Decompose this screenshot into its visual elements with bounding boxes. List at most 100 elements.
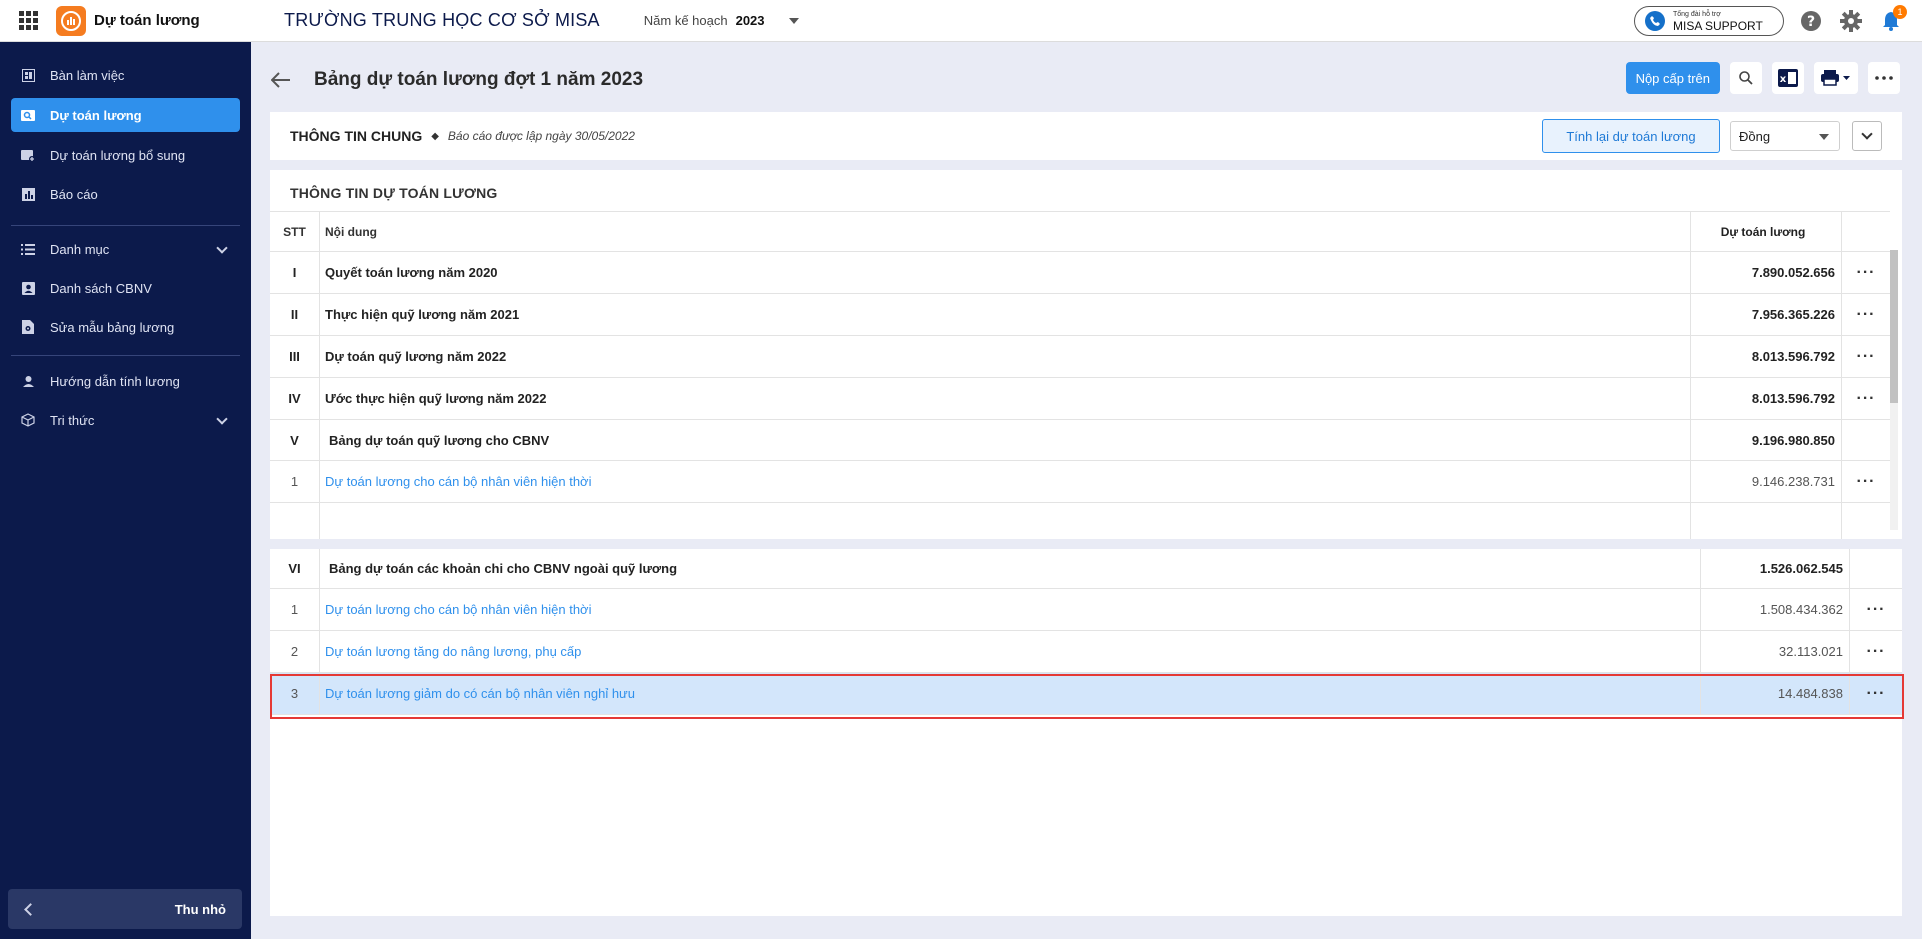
year-selector[interactable]: Năm kế hoạch 2023 — [644, 13, 799, 28]
row-amount: 7.890.052.656 — [1690, 252, 1842, 293]
help-icon[interactable]: ? — [1798, 8, 1824, 34]
salary-budget-card: THÔNG TIN DỰ TOÁN LƯƠNG STT Nội dung Dự … — [270, 170, 1902, 539]
contact-icon — [21, 281, 35, 295]
collapse-sidebar-button[interactable]: Thu nhỏ — [8, 889, 242, 929]
column-header-content: Nội dung — [325, 224, 377, 239]
table-row[interactable]: 1 Dự toán lương cho cán bộ nhân viên hiệ… — [270, 461, 1890, 503]
sidebar-item-supplementary-budget[interactable]: Dự toán lương bổ sung — [11, 138, 240, 172]
support-button[interactable]: Tổng đài hỗ trợ MISA SUPPORT — [1634, 6, 1784, 36]
row-stt: 1 — [270, 461, 320, 502]
row-actions-empty — [1850, 549, 1902, 588]
phone-icon — [1645, 11, 1665, 31]
expand-button[interactable] — [1852, 121, 1882, 151]
add-doc-icon — [21, 148, 35, 162]
row-more-button[interactable]: ··· — [1850, 631, 1902, 672]
row-stt: 2 — [270, 631, 320, 672]
row-content-link[interactable]: Dự toán lương cho cán bộ nhân viên hiện … — [320, 589, 1700, 630]
top-bar: Dự toán lương TRƯỜNG TRUNG HỌC CƠ SỞ MIS… — [0, 0, 1922, 42]
row-stt: 1 — [270, 589, 320, 630]
sidebar-item-knowledge[interactable]: Tri thức — [11, 403, 240, 437]
recalculate-button[interactable]: Tính lại dự toán lương — [1542, 119, 1720, 153]
print-button[interactable] — [1814, 62, 1858, 94]
sidebar-item-label: Dự toán lương bổ sung — [50, 147, 186, 163]
row-stt: II — [270, 294, 320, 335]
section-title: THÔNG TIN DỰ TOÁN LƯƠNG — [290, 185, 498, 201]
table-row[interactable]: I Quyết toán lương năm 2020 7.890.052.65… — [270, 252, 1890, 294]
row-content: Dự toán quỹ lương năm 2022 — [325, 349, 507, 364]
table-row[interactable]: V Bảng dự toán quỹ lương cho CBNV 9.196.… — [270, 420, 1890, 461]
row-amount: 8.013.596.792 — [1690, 336, 1842, 377]
sidebar-item-edit-payroll-template[interactable]: Sửa mẫu bảng lương — [11, 310, 240, 344]
notification-badge: 1 — [1893, 5, 1907, 19]
row-stt: I — [270, 252, 320, 293]
table-row[interactable]: 2 Dự toán lương tăng do nâng lương, phụ … — [270, 631, 1902, 673]
support-label: MISA SUPPORT — [1673, 18, 1763, 33]
sidebar-item-salary-guide[interactable]: Hướng dẫn tính lương — [11, 364, 240, 398]
sidebar-item-reports[interactable]: Báo cáo — [11, 177, 240, 211]
school-name: TRƯỜNG TRUNG HỌC CƠ SỞ MISA — [284, 10, 600, 30]
guide-icon — [21, 374, 35, 388]
export-excel-button[interactable]: x — [1772, 62, 1804, 94]
vertical-scrollbar[interactable] — [1890, 250, 1898, 530]
svg-text:?: ? — [1807, 14, 1815, 30]
chevron-down-icon — [1819, 134, 1829, 140]
row-amount: 9.196.980.850 — [1690, 420, 1842, 460]
app-launcher-icon[interactable] — [0, 0, 56, 42]
row-actions-empty — [1842, 420, 1890, 460]
row-content-link[interactable]: Dự toán lương tăng do nâng lương, phụ cấ… — [320, 631, 1700, 672]
table-row[interactable]: IV Ước thực hiện quỹ lương năm 2022 8.01… — [270, 378, 1890, 420]
row-more-button[interactable]: ··· — [1842, 461, 1890, 502]
sidebar-item-label: Sửa mẫu bảng lương — [50, 319, 175, 335]
sidebar-item-staff-list[interactable]: Danh sách CBNV — [11, 271, 240, 305]
submit-to-superior-button[interactable]: Nộp cấp trên — [1625, 62, 1720, 94]
row-amount: 32.113.021 — [1700, 631, 1850, 672]
svg-text:x: x — [1780, 74, 1787, 85]
report-date: Báo cáo được lập ngày 30/05/2022 — [447, 129, 635, 143]
bell-icon[interactable]: 1 — [1878, 5, 1907, 34]
row-more-button[interactable]: ··· — [1842, 294, 1890, 335]
table-row[interactable]: VI Bảng dự toán các khoản chi cho CBNV n… — [270, 549, 1902, 589]
row-more-button[interactable]: ··· — [1842, 252, 1890, 293]
chevron-down-icon — [216, 242, 228, 254]
back-arrow-icon[interactable] — [270, 69, 292, 91]
settings-doc-icon — [21, 320, 35, 334]
separator-dot-icon: ◆ — [431, 130, 439, 142]
general-info-title: THÔNG TIN CHUNG — [290, 128, 423, 144]
sidebar-divider — [11, 355, 240, 356]
row-content-link[interactable]: Dự toán lương cho cán bộ nhân viên hiện … — [320, 461, 1690, 502]
more-options-button[interactable] — [1868, 62, 1900, 94]
search-button[interactable] — [1730, 62, 1762, 94]
table-row[interactable]: II Thực hiện quỹ lương năm 2021 7.956.36… — [270, 294, 1890, 336]
row-amount: 1.508.434.362 — [1700, 589, 1850, 630]
currency-unit-select[interactable]: Đồng — [1730, 121, 1840, 151]
excel-icon: x — [1778, 69, 1798, 87]
row-stt: V — [270, 420, 320, 460]
row-content: Bảng dự toán quỹ lương cho CBNV — [329, 432, 550, 448]
row-more-button[interactable]: ··· — [1842, 336, 1890, 377]
row-content: Bảng dự toán các khoản chi cho CBNV ngoà… — [329, 561, 678, 576]
column-header-actions — [1842, 212, 1890, 251]
year-label: Năm kế hoạch — [643, 13, 728, 28]
scrollbar-thumb[interactable] — [1890, 250, 1898, 403]
row-more-button[interactable]: ··· — [1842, 378, 1890, 419]
gear-icon[interactable] — [1838, 8, 1864, 34]
general-info-card: THÔNG TIN CHUNG ◆ Báo cáo được lập ngày … — [270, 112, 1902, 160]
chevron-down-icon — [788, 17, 799, 24]
cube-icon — [21, 413, 35, 427]
more-horizontal-icon — [1875, 76, 1893, 80]
column-header-stt: STT — [270, 212, 320, 251]
chevron-left-icon — [24, 902, 37, 916]
row-content: Ước thực hiện quỹ lương năm 2022 — [325, 391, 547, 406]
search-doc-icon — [21, 108, 35, 122]
row-stt: III — [270, 336, 320, 377]
table-row[interactable]: III Dự toán quỹ lương năm 2022 8.013.596… — [270, 336, 1890, 378]
currency-unit-value: Đồng — [1739, 128, 1771, 144]
support-hotline-label: Tổng đài hỗ trợ — [1673, 10, 1721, 18]
sidebar-item-categories[interactable]: Danh mục — [11, 232, 240, 266]
sidebar-item-salary-budget[interactable]: Dự toán lương — [11, 98, 240, 132]
table-row[interactable]: 1 Dự toán lương cho cán bộ nhân viên hiệ… — [270, 589, 1902, 631]
row-more-button[interactable]: ··· — [1850, 589, 1902, 630]
row-stt: IV — [270, 378, 320, 419]
sidebar-item-dashboard[interactable]: Bàn làm việc — [11, 58, 240, 92]
chevron-down-icon — [216, 413, 228, 425]
